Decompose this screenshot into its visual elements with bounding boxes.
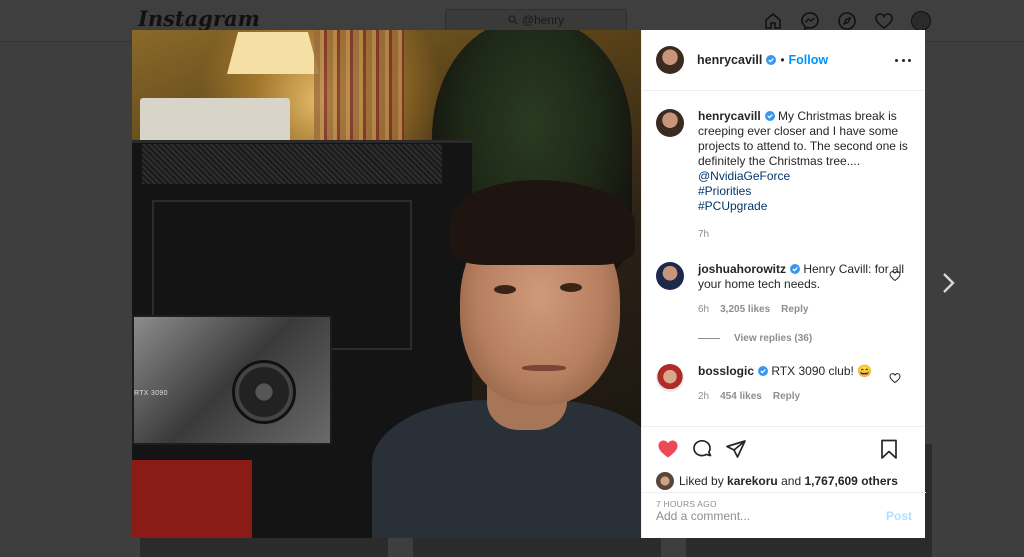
add-comment-bar: Post (642, 492, 926, 538)
verified-badge-icon (758, 366, 769, 376)
photo-lampshade (227, 32, 319, 74)
comment-time: 6h (698, 304, 710, 315)
comment-like-heart-icon[interactable] (889, 270, 901, 282)
verified-badge-icon (790, 264, 800, 274)
view-replies-label: View replies (36) (734, 333, 813, 344)
profile-avatar[interactable] (910, 10, 932, 32)
caption-author-username[interactable]: henrycavill (698, 109, 761, 123)
comment-text: RTX 3090 club! 😄 (771, 364, 873, 378)
verified-badge-icon (764, 111, 775, 121)
photo-curtain (314, 30, 404, 150)
separator-dot: • (780, 53, 785, 67)
action-icons-row (656, 437, 911, 461)
post-photo[interactable]: RTX 3090 (132, 30, 641, 538)
liked-by-user[interactable]: karekoru (727, 474, 778, 488)
photo-gpu-fan (232, 360, 296, 424)
caption-hashtag-link[interactable]: #PCUpgrade (698, 199, 911, 214)
caption: henrycavill My Christmas break is creepi… (656, 109, 911, 242)
next-post-arrow[interactable] (936, 268, 962, 298)
caption-time: 7h (698, 229, 710, 240)
liked-by-and: and (781, 474, 802, 488)
chevron-right-icon (943, 273, 955, 293)
post-comment-button[interactable]: Post (886, 509, 912, 523)
search-value: @henry (521, 13, 565, 27)
comment-username[interactable]: bosslogic (698, 364, 754, 378)
comment-like-count[interactable]: 3,205 likes (720, 302, 770, 317)
liked-by-count[interactable]: 1,767,609 others (804, 474, 897, 488)
view-replies-button[interactable]: View replies (36) (698, 333, 911, 344)
post-modal: RTX 3090 henrycavill • Follow henrycavil… (132, 30, 926, 538)
photo-eye-left (494, 285, 516, 294)
liked-by-prefix: Liked by (679, 474, 724, 488)
search-input[interactable]: @henry (445, 9, 627, 31)
like-button[interactable] (656, 437, 680, 461)
paper-plane-icon (726, 440, 746, 458)
grid-tile[interactable] (140, 536, 388, 557)
comment-reply-button[interactable]: Reply (773, 389, 800, 404)
comment-time: 2h (698, 391, 710, 402)
photo-red-box (132, 460, 252, 538)
comments-list[interactable]: henrycavill My Christmas break is creepi… (642, 91, 925, 426)
caption-hashtag-link[interactable]: #Priorities (698, 184, 911, 199)
photo-mouth (522, 365, 566, 371)
comment-like-count[interactable]: 454 likes (720, 389, 762, 404)
comment-like-heart-icon[interactable] (889, 372, 901, 384)
likes-summary: Liked by karekoru and 1,767,609 others (656, 472, 911, 490)
view-replies-line (698, 338, 720, 339)
caption-author-avatar[interactable] (656, 109, 684, 137)
post-header: henrycavill • Follow (642, 30, 925, 91)
author-username-text: henrycavill (697, 53, 763, 67)
explore-compass-icon[interactable] (836, 10, 858, 32)
comment-username[interactable]: joshuahorowitz (698, 262, 786, 276)
photo-eye-right (560, 283, 582, 292)
bookmark-icon (881, 439, 897, 459)
commenter-avatar[interactable] (656, 262, 684, 290)
home-icon[interactable] (762, 10, 784, 32)
heart-filled-icon (658, 440, 678, 458)
post-side-panel: henrycavill • Follow henrycavill My Chri… (641, 30, 926, 538)
comment-button[interactable] (690, 437, 714, 461)
instagram-logo[interactable]: Instagram (138, 6, 260, 31)
liker-avatar[interactable] (656, 472, 674, 490)
more-options-icon[interactable] (895, 52, 911, 68)
top-nav-icons (762, 10, 932, 32)
follow-button[interactable]: Follow (789, 53, 829, 67)
caption-mention-link[interactable]: @NvidiaGeForce (698, 169, 911, 184)
author-avatar[interactable] (656, 46, 684, 74)
photo-gpu (132, 315, 332, 445)
comment-item: bosslogic RTX 3090 club! 😄 2h 454 likes … (656, 364, 911, 404)
photo-gpu-label: RTX 3090 (134, 390, 168, 397)
save-button[interactable] (877, 437, 901, 461)
comment-input[interactable] (656, 508, 886, 523)
search-icon (508, 15, 518, 25)
photo-printer (140, 98, 290, 146)
messenger-icon[interactable] (799, 10, 821, 32)
photo-hair (450, 180, 635, 265)
share-button[interactable] (724, 437, 748, 461)
comment-item: joshuahorowitz Henry Cavill: for all you… (656, 262, 911, 317)
avatar (911, 11, 931, 31)
activity-heart-icon[interactable] (873, 10, 895, 32)
grid-tile[interactable] (413, 536, 661, 557)
commenter-avatar[interactable] (656, 364, 684, 392)
author-username[interactable]: henrycavill (697, 53, 777, 67)
comment-bubble-icon (693, 439, 712, 457)
verified-badge-icon (766, 55, 777, 65)
comment-reply-button[interactable]: Reply (781, 302, 808, 317)
photo-pc-mesh (142, 144, 442, 184)
